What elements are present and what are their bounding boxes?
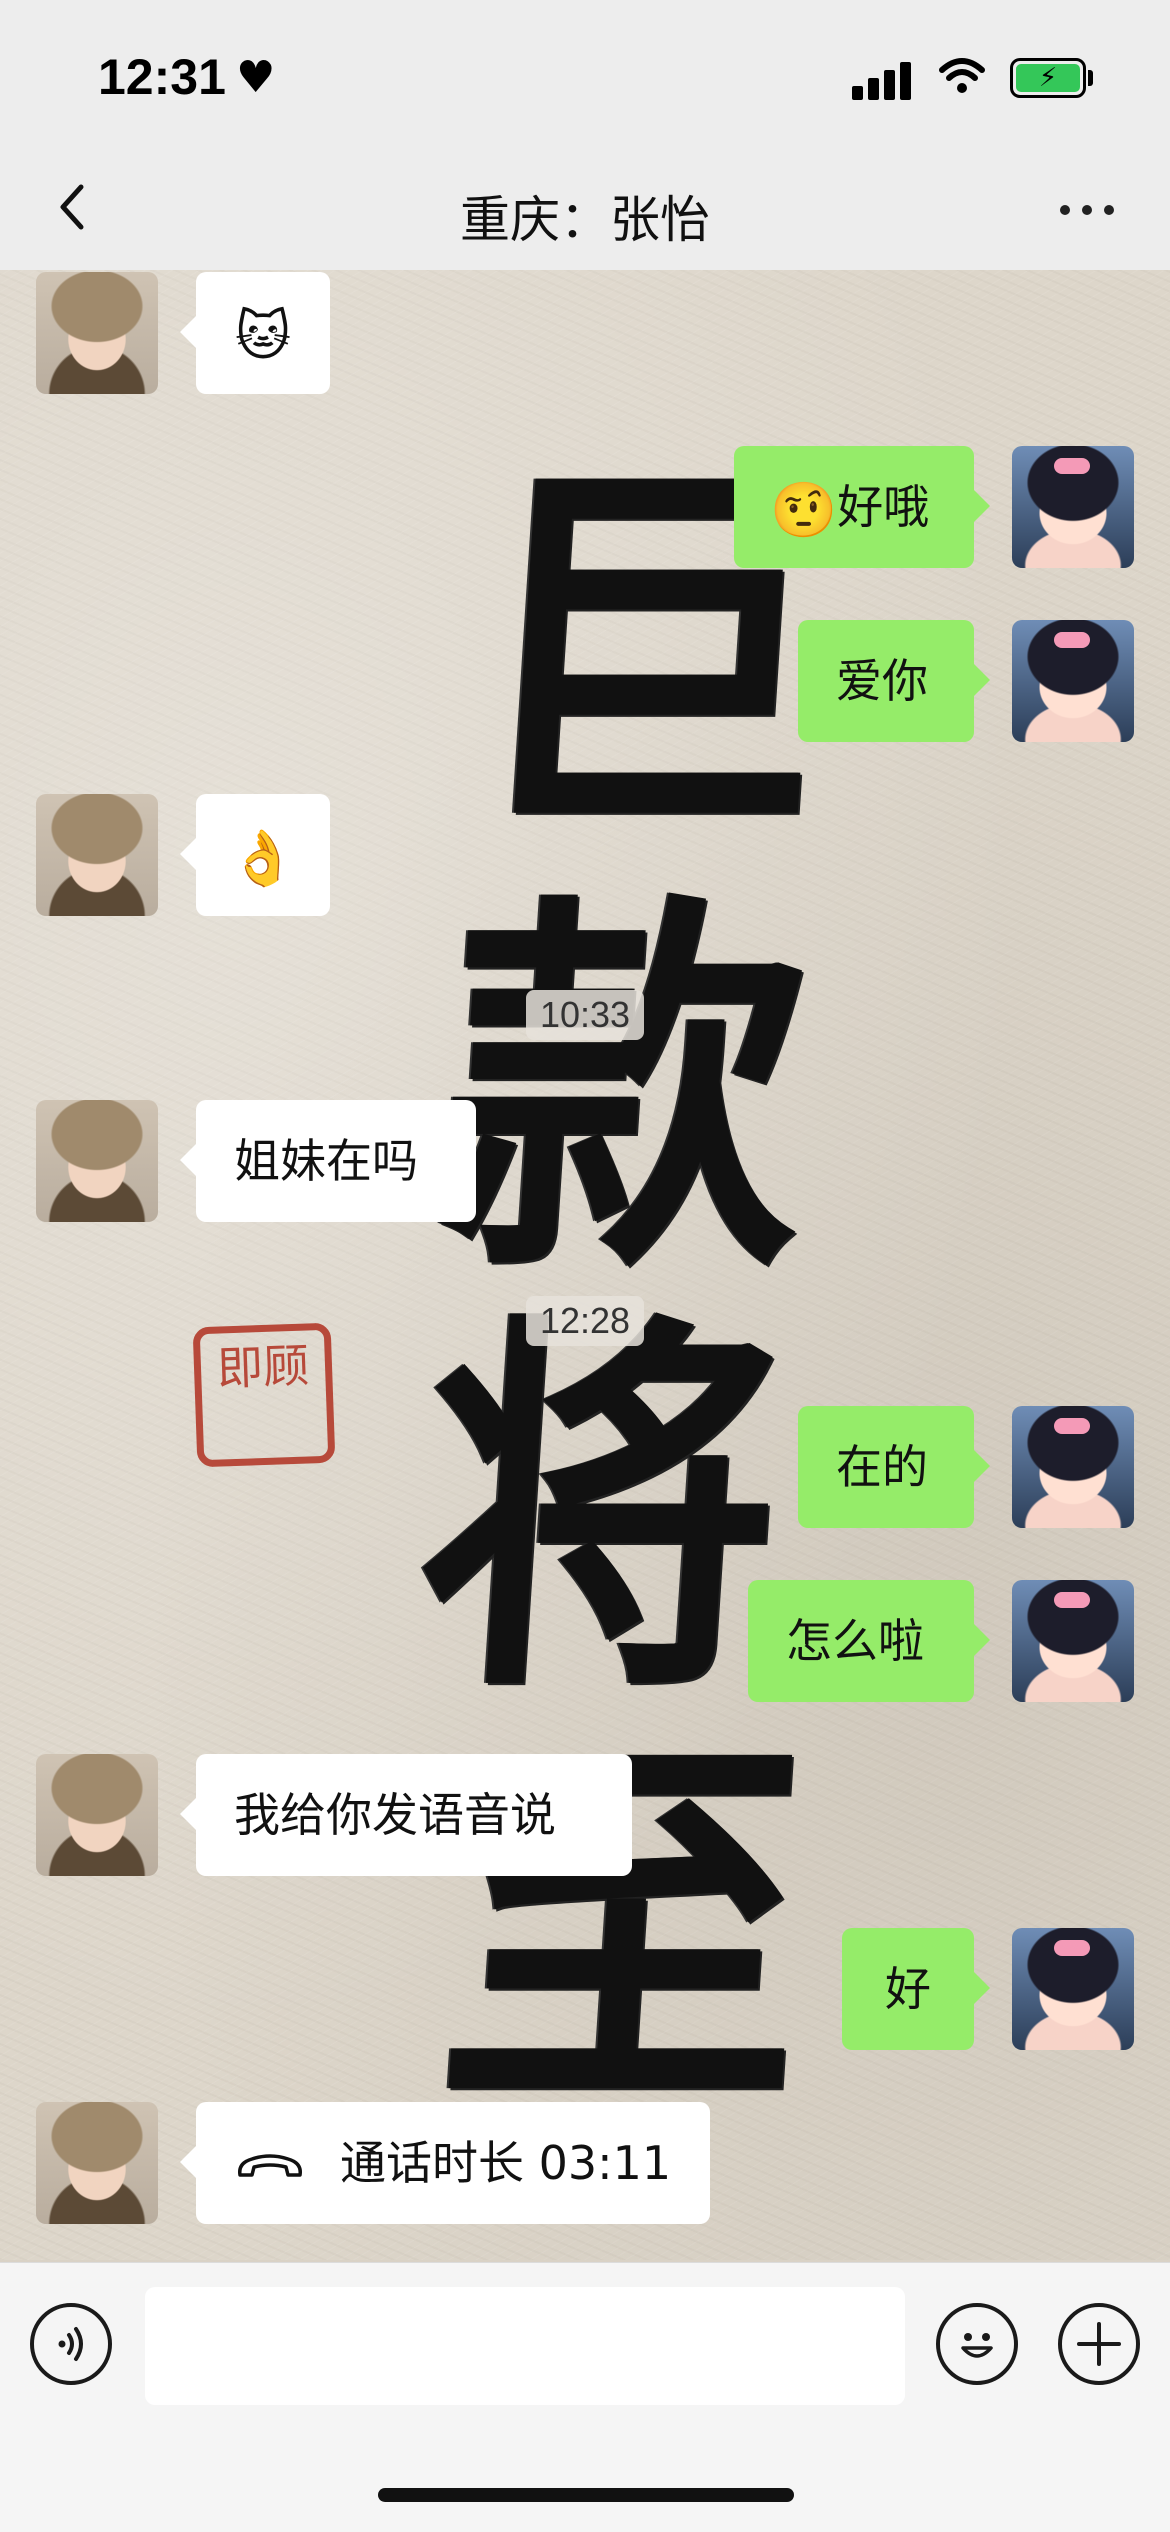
contact-avatar[interactable] (36, 272, 158, 394)
my-avatar[interactable] (1012, 446, 1134, 568)
contact-avatar[interactable] (36, 794, 158, 916)
wallpaper-calligraphy-char: 款 (430, 861, 810, 1318)
message-bubble-outgoing[interactable]: 怎么啦 (748, 1580, 990, 1702)
battery-tip (1088, 70, 1093, 86)
message-text: 爱你 (836, 654, 928, 708)
message-text: 在的 (836, 1440, 928, 1494)
message-bubble-incoming[interactable]: 🐱 (180, 272, 330, 394)
my-avatar[interactable] (1012, 620, 1134, 742)
message-text: 姐妹在吗 (234, 1134, 418, 1188)
emoji: 🤨 (770, 478, 838, 542)
message-bubble-outgoing[interactable]: 好 (842, 1928, 990, 2050)
more-icon[interactable] (1052, 180, 1122, 240)
voice-icon[interactable] (30, 2303, 112, 2385)
my-avatar[interactable] (1012, 1580, 1134, 1702)
wallpaper-calligraphy-char: 将 (405, 1281, 785, 1738)
message-text: 好哦 (837, 480, 930, 534)
chat-title: 重庆：张怡 (460, 191, 710, 249)
chat-header: 重庆：张怡 (0, 150, 1170, 270)
battery-icon: ⚡ (1010, 58, 1086, 98)
call-record-bubble[interactable]: 通话时长 03:11 (180, 2102, 710, 2224)
heart-icon: ♥ (236, 52, 276, 103)
my-avatar[interactable] (1012, 1406, 1134, 1528)
message-text: 怎么啦 (786, 1614, 924, 1668)
charging-bolt-icon: ⚡ (1016, 64, 1080, 92)
message-bubble-incoming[interactable]: 我给你发语音说 (180, 1754, 632, 1876)
home-indicator[interactable] (378, 2488, 794, 2502)
message-bubble-outgoing[interactable]: 🤨好哦 (734, 446, 990, 568)
chat-timestamp: 12:28 (0, 1296, 1170, 1346)
contact-avatar[interactable] (36, 2102, 158, 2224)
call-duration-text: 通话时长 03:11 (340, 2136, 672, 2190)
message-text: 好 (885, 1962, 931, 2016)
wifi-icon (938, 56, 986, 107)
message-bubble-outgoing[interactable]: 在的 (798, 1406, 990, 1528)
message-bubble-incoming[interactable]: 姐妹在吗 (180, 1100, 476, 1222)
message-text: 我给你发语音说 (234, 1788, 556, 1842)
my-avatar[interactable] (1012, 1928, 1134, 2050)
sticker: 👌 (229, 826, 297, 890)
message-input[interactable] (145, 2287, 905, 2405)
emoji-icon[interactable] (936, 2303, 1018, 2385)
cellular-signal-icon (852, 60, 914, 100)
status-bar: 12:31 ♥ ⚡ (0, 0, 1170, 150)
contact-avatar[interactable] (36, 1100, 158, 1222)
status-time: 12:31 (98, 49, 226, 105)
message-bubble-outgoing[interactable]: 爱你 (798, 620, 990, 742)
chat-timestamp: 10:33 (0, 990, 1170, 1040)
chat-wallpaper: 巨 款 将 至 即顾 (0, 270, 1170, 2260)
sticker: 🐱 (234, 304, 292, 368)
phone-hangup-icon (234, 2106, 306, 2228)
message-bubble-incoming[interactable]: 👌 (180, 794, 330, 916)
contact-avatar[interactable] (36, 1754, 158, 1876)
plus-icon[interactable] (1058, 2303, 1140, 2385)
